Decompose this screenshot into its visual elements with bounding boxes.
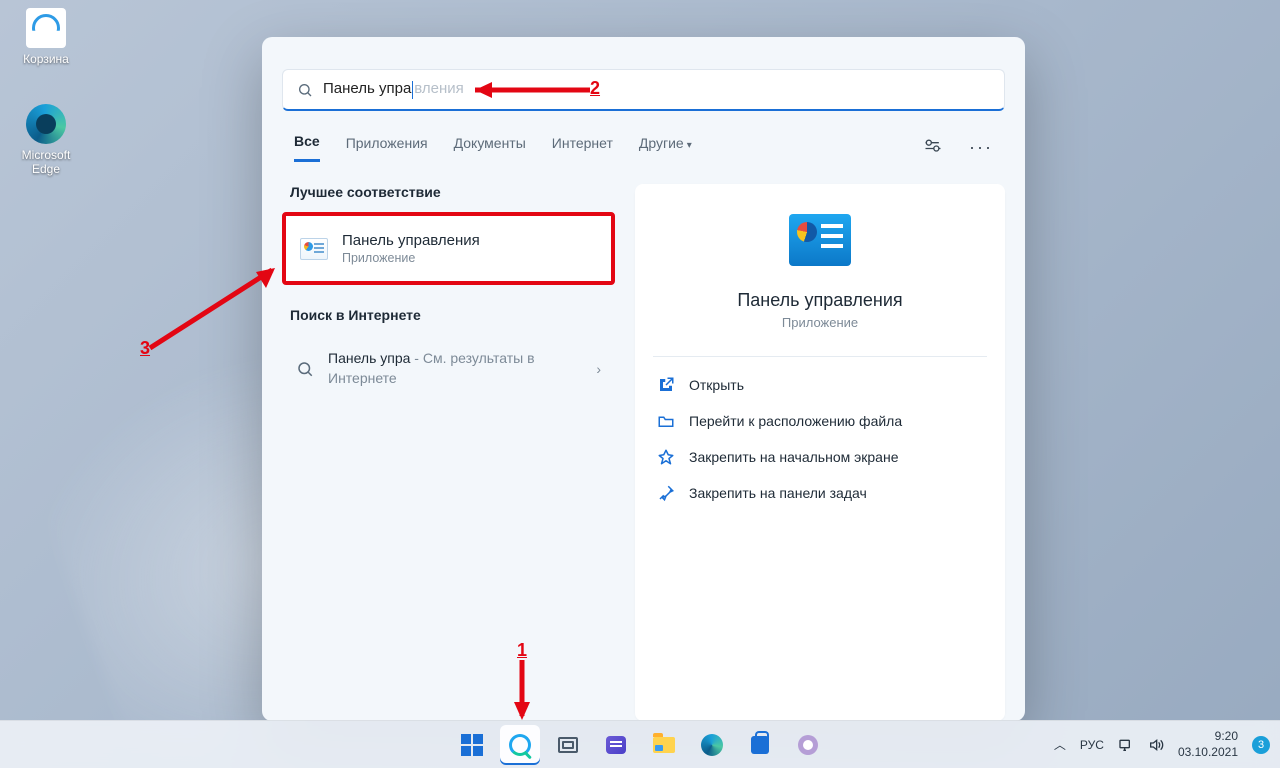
action-open[interactable]: Открыть	[653, 367, 987, 403]
folder-icon	[657, 412, 675, 430]
settings-app-button[interactable]	[788, 725, 828, 765]
notifications-badge[interactable]: 3	[1252, 736, 1270, 754]
tab-more[interactable]: Другие▾	[639, 135, 692, 161]
control-panel-large-icon	[789, 214, 851, 266]
search-icon	[509, 734, 531, 756]
desktop-icon-label: Корзина	[8, 52, 84, 66]
pin-icon	[657, 448, 675, 466]
control-panel-icon	[300, 238, 328, 260]
result-subtitle: Приложение	[342, 251, 480, 265]
preview-title: Панель управления	[653, 290, 987, 311]
best-match-label: Лучшее соответствие	[290, 184, 607, 200]
action-pin-taskbar[interactable]: Закрепить на панели задач	[653, 475, 987, 511]
action-open-location[interactable]: Перейти к расположению файла	[653, 403, 987, 439]
open-icon	[657, 376, 675, 394]
gear-icon	[798, 735, 818, 755]
edge-icon	[26, 104, 66, 144]
search-icon	[296, 360, 314, 378]
preview-subtitle: Приложение	[653, 315, 987, 330]
task-view-button[interactable]	[548, 725, 588, 765]
tray-clock[interactable]: 9:20 03.10.2021	[1178, 729, 1238, 760]
chevron-right-icon: ›	[596, 361, 601, 377]
chat-icon	[606, 736, 626, 754]
web-search-item[interactable]: Панель упра - См. результаты в Интернете…	[282, 335, 615, 402]
search-settings-icon[interactable]	[923, 136, 943, 159]
chat-button[interactable]	[596, 725, 636, 765]
search-icon	[297, 82, 313, 98]
tab-apps[interactable]: Приложения	[346, 135, 428, 161]
search-flyout: Панель управления Все Приложения Докумен…	[262, 37, 1025, 721]
tab-internet[interactable]: Интернет	[552, 135, 613, 161]
file-explorer-button[interactable]	[644, 725, 684, 765]
best-match-result[interactable]: Панель управления Приложение	[282, 212, 615, 285]
desktop-icon-label: Microsoft Edge	[8, 148, 84, 176]
search-overflow-icon[interactable]: ···	[969, 137, 993, 158]
result-preview-panel: Панель управления Приложение Открыть Пер…	[635, 184, 1005, 721]
store-button[interactable]	[740, 725, 780, 765]
network-icon[interactable]	[1118, 737, 1134, 753]
pin-icon	[657, 484, 675, 502]
desktop-icon-edge[interactable]: Microsoft Edge	[8, 104, 84, 176]
folder-icon	[653, 737, 675, 753]
windows-icon	[461, 734, 483, 756]
tray-language[interactable]: РУС	[1080, 738, 1104, 752]
action-pin-start[interactable]: Закрепить на начальном экране	[653, 439, 987, 475]
web-search-text: Панель упра - См. результаты в Интернете	[328, 349, 582, 388]
tab-documents[interactable]: Документы	[454, 135, 526, 161]
edge-icon	[701, 734, 723, 756]
start-button[interactable]	[452, 725, 492, 765]
search-input[interactable]: Панель управления	[282, 69, 1005, 111]
task-view-icon	[558, 737, 578, 753]
annotation-3: 3	[140, 338, 150, 358]
web-search-label: Поиск в Интернете	[290, 307, 607, 323]
taskbar-search-button[interactable]	[500, 725, 540, 765]
store-icon	[751, 736, 769, 754]
recycle-bin-icon	[26, 8, 66, 48]
taskbar: ︿ РУС 9:20 03.10.2021 3	[0, 720, 1280, 768]
desktop-icon-recycle-bin[interactable]: Корзина	[8, 8, 84, 66]
tray-overflow-button[interactable]: ︿	[1054, 736, 1066, 753]
result-title: Панель управления	[342, 232, 480, 249]
tab-all[interactable]: Все	[294, 133, 320, 162]
search-text: Панель управления	[323, 80, 464, 98]
volume-icon[interactable]	[1148, 737, 1164, 753]
edge-button[interactable]	[692, 725, 732, 765]
